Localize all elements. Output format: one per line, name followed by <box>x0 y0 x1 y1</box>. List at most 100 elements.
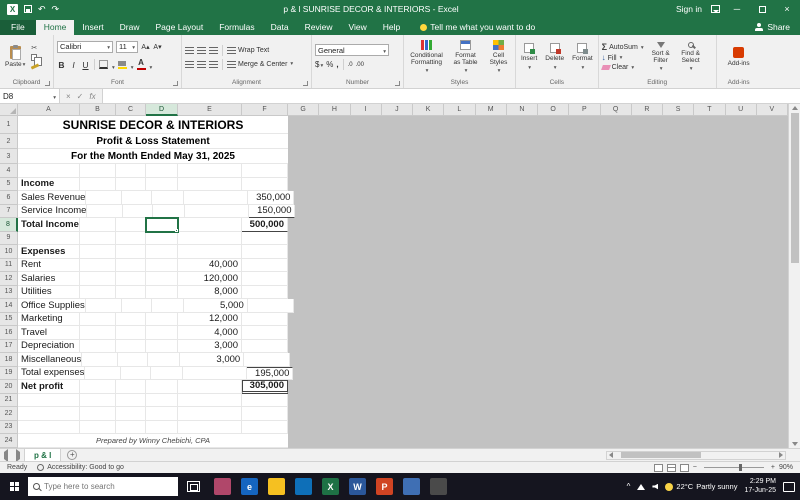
zoom-level[interactable]: 90% <box>779 464 793 471</box>
cell-A3[interactable]: For the Month Ended May 31, 2025 <box>18 149 288 164</box>
wrap-text-button[interactable]: Wrap Text <box>227 46 269 54</box>
cell-A12[interactable]: Salaries <box>18 272 80 286</box>
cell-A11[interactable]: Rent <box>18 258 80 272</box>
row-header-17[interactable]: 17 <box>0 339 18 353</box>
zoom-in-button[interactable]: + <box>771 464 775 471</box>
cell-C15[interactable] <box>116 312 146 326</box>
cell-A23[interactable] <box>18 420 80 434</box>
cell-A6[interactable]: Sales Revenue <box>18 191 87 205</box>
cell-C4[interactable] <box>116 164 146 178</box>
horizontal-scroll-thumb[interactable] <box>621 452 701 458</box>
row-header-20[interactable]: 20 <box>0 380 18 394</box>
align-center-icon[interactable] <box>197 60 206 68</box>
alignment-dialog-launcher-icon[interactable] <box>303 81 308 86</box>
italic-button[interactable]: I <box>69 59 78 71</box>
column-header-G[interactable]: G <box>288 104 320 116</box>
save-icon[interactable] <box>24 5 32 13</box>
cell-A18[interactable]: Miscellaneous <box>18 353 83 367</box>
align-right-icon[interactable] <box>209 60 218 68</box>
taskbar-clock[interactable]: 2:29 PM 17-Jun-25 <box>744 478 776 495</box>
cell-D16[interactable] <box>146 326 178 340</box>
align-top-icon[interactable] <box>185 46 194 54</box>
copy-icon[interactable] <box>31 53 43 66</box>
cell-C20[interactable] <box>116 380 146 394</box>
cell-C7[interactable] <box>123 204 154 218</box>
row-header-10[interactable]: 10 <box>0 245 18 259</box>
share-button[interactable]: Share <box>745 22 800 35</box>
cell-F21[interactable] <box>242 393 288 407</box>
ribbon-tab-review[interactable]: Review <box>297 20 341 35</box>
column-header-C[interactable]: C <box>116 104 146 116</box>
file-explorer-icon[interactable] <box>268 478 285 495</box>
cell-D12[interactable] <box>146 272 178 286</box>
cell-C11[interactable] <box>116 258 146 272</box>
store-app-icon[interactable] <box>295 478 312 495</box>
cell-B17[interactable] <box>80 339 116 353</box>
clear-button[interactable]: Clear <box>600 64 644 71</box>
cell-D13[interactable] <box>146 285 178 299</box>
task-view-icon[interactable] <box>187 481 200 492</box>
column-header-D[interactable]: D <box>146 104 178 116</box>
redo-icon[interactable]: ↷ <box>52 4 60 14</box>
decrease-decimal-icon[interactable]: .00 <box>356 62 364 68</box>
sign-in-button[interactable]: Sign in <box>676 4 702 14</box>
row-header-5[interactable]: 5 <box>0 177 18 191</box>
row-header-14[interactable]: 14 <box>0 299 18 313</box>
cell-C12[interactable] <box>116 272 146 286</box>
font-dialog-launcher-icon[interactable] <box>173 81 178 86</box>
cell-E11[interactable]: 40,000 <box>178 258 242 272</box>
cell-A9[interactable] <box>18 231 80 245</box>
column-header-U[interactable]: U <box>725 104 757 116</box>
ribbon-tab-insert[interactable]: Insert <box>74 20 111 35</box>
cell-F5[interactable] <box>242 177 288 191</box>
cell-E9[interactable] <box>178 231 242 245</box>
cell-D14[interactable] <box>151 299 184 313</box>
column-header-F[interactable]: F <box>242 104 288 116</box>
autosum-button[interactable]: Σ AutoSum <box>602 43 644 52</box>
cell-D18[interactable] <box>148 353 181 367</box>
cut-icon[interactable]: ✂ <box>31 45 37 52</box>
accessibility-status[interactable]: Accessibility: Good to go <box>37 464 124 471</box>
cell-B16[interactable] <box>80 326 116 340</box>
cell-C21[interactable] <box>116 393 146 407</box>
paste-button[interactable]: Paste <box>3 44 27 69</box>
cell-D23[interactable] <box>146 420 178 434</box>
cell-C22[interactable] <box>116 407 146 421</box>
cell-B8[interactable] <box>80 218 116 232</box>
cell-D21[interactable] <box>146 393 178 407</box>
column-header-E[interactable]: E <box>178 104 242 116</box>
cell-C19[interactable] <box>121 366 152 380</box>
cell-E4[interactable] <box>178 164 242 178</box>
cell-E22[interactable] <box>178 407 242 421</box>
scroll-right-icon[interactable] <box>779 452 783 458</box>
cell-A24[interactable]: Prepared by Winny Chebichi, CPA <box>18 434 288 448</box>
column-header-K[interactable]: K <box>413 104 445 116</box>
scroll-up-icon[interactable] <box>791 106 798 110</box>
insert-function-icon[interactable]: fx <box>89 92 95 101</box>
row-header-23[interactable]: 23 <box>0 420 18 434</box>
row-header-9[interactable]: 9 <box>0 231 18 245</box>
row-header-2[interactable]: 2 <box>0 134 18 149</box>
start-button[interactable] <box>0 473 28 500</box>
accounting-format-icon[interactable]: $ <box>315 60 323 69</box>
cell-D10[interactable] <box>146 245 178 259</box>
cell-D22[interactable] <box>146 407 178 421</box>
weather-widget[interactable]: 22°C Partly sunny <box>665 482 737 491</box>
cell-B20[interactable] <box>80 380 116 394</box>
cell-A21[interactable] <box>18 393 80 407</box>
cell-F10[interactable] <box>242 245 288 259</box>
cell-C10[interactable] <box>116 245 146 259</box>
zoom-slider[interactable] <box>703 464 764 471</box>
ribbon-tab-formulas[interactable]: Formulas <box>211 20 262 35</box>
increase-decimal-icon[interactable]: .0 <box>348 62 353 68</box>
ribbon-tab-help[interactable]: Help <box>375 20 408 35</box>
cell-F14[interactable] <box>247 299 294 313</box>
column-header-O[interactable]: O <box>538 104 570 116</box>
sheet-nav-right-icon[interactable] <box>12 448 24 462</box>
name-box[interactable]: D8 <box>0 89 60 103</box>
align-middle-icon[interactable] <box>197 46 206 54</box>
row-header-21[interactable]: 21 <box>0 393 18 407</box>
tell-me-box[interactable]: Tell me what you want to do <box>420 22 535 35</box>
column-header-J[interactable]: J <box>381 104 413 116</box>
ribbon-tab-view[interactable]: View <box>341 20 375 35</box>
